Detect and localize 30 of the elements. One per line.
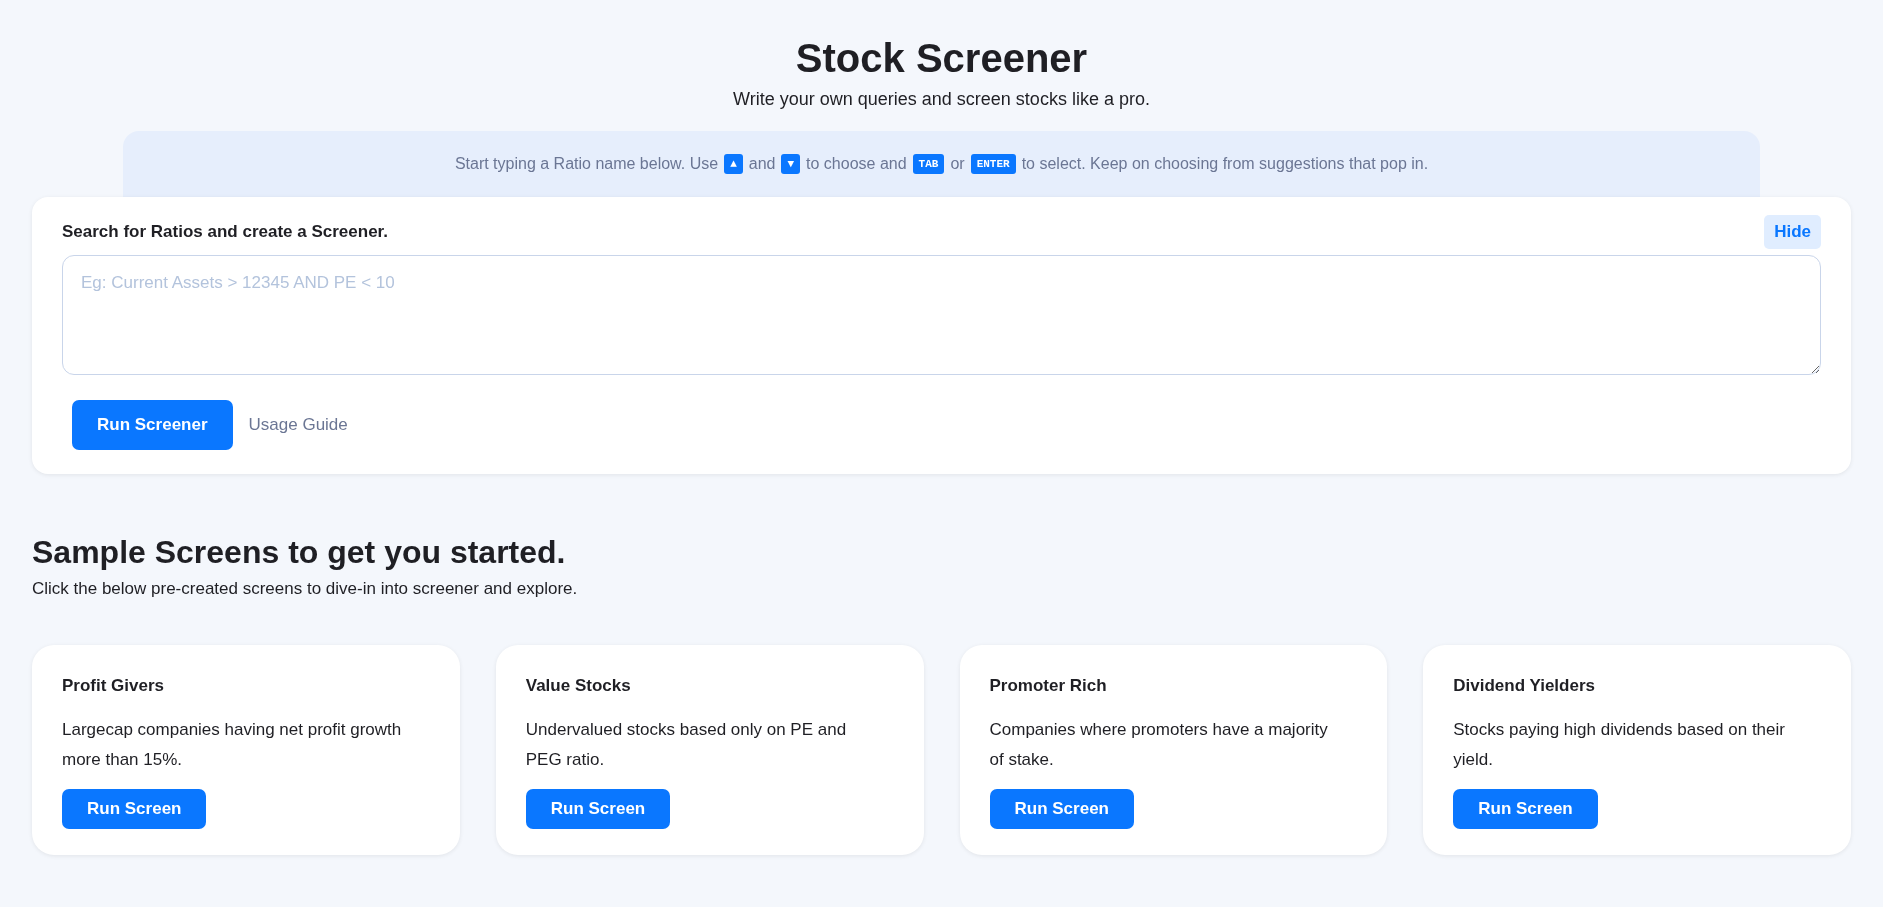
query-label: Search for Ratios and create a Screener.: [62, 221, 388, 243]
key-badge: TAB: [912, 153, 945, 175]
sample-description: Companies where promoters have a majority of stake.: [989, 718, 1329, 771]
sample-title: Value Stocks: [525, 675, 632, 697]
hint-text: to select. Keep on choosing from suggestions that pop in.: [1021, 154, 1429, 174]
hint-text: to choose and: [806, 154, 907, 174]
sample-title: Dividend Yielders: [1453, 675, 1596, 697]
run-screen-button[interactable]: Run Screen: [1453, 788, 1598, 829]
key-badge: ENTER: [970, 153, 1016, 175]
hint-text: and: [748, 154, 776, 174]
run-screener-button[interactable]: Run Screener: [72, 399, 233, 450]
run-screen-button[interactable]: Run Screen: [525, 788, 671, 829]
run-screen-button[interactable]: Run Screen: [989, 788, 1134, 829]
sample-description: Undervalued stocks based only on PE and PEG ratio.: [525, 718, 848, 771]
sample-title: Profit Givers: [62, 675, 166, 697]
sample-description: Largecap companies having net profit growth more than 15%.: [62, 718, 403, 771]
query-input-field[interactable]: Eg: Current Assets > 12345 AND PE < 10: [62, 254, 1821, 375]
hint-text: Start typing a Ratio name below. Use: [454, 154, 719, 174]
samples-heading: Sample Screens to get you started.: [32, 532, 567, 572]
hint-text: or: [950, 154, 965, 174]
page-title: Stock Screener: [795, 35, 1088, 82]
run-screen-button[interactable]: Run Screen: [62, 788, 207, 829]
sample-title: Promoter Rich: [989, 675, 1108, 697]
hide-button[interactable]: Hide: [1764, 215, 1821, 249]
page-subtitle: Write your own queries and screen stocks like a pro.: [733, 88, 1150, 111]
samples-subtitle: Click the below pre-created screens to dive-in into screener and explore.: [32, 577, 579, 600]
key-badge: ▲: [724, 153, 743, 175]
key-badge: ▼: [781, 153, 801, 175]
usage-guide-link[interactable]: Usage Guide: [248, 411, 348, 438]
sample-description: Stocks paying high dividends based on their yield.: [1453, 718, 1786, 771]
